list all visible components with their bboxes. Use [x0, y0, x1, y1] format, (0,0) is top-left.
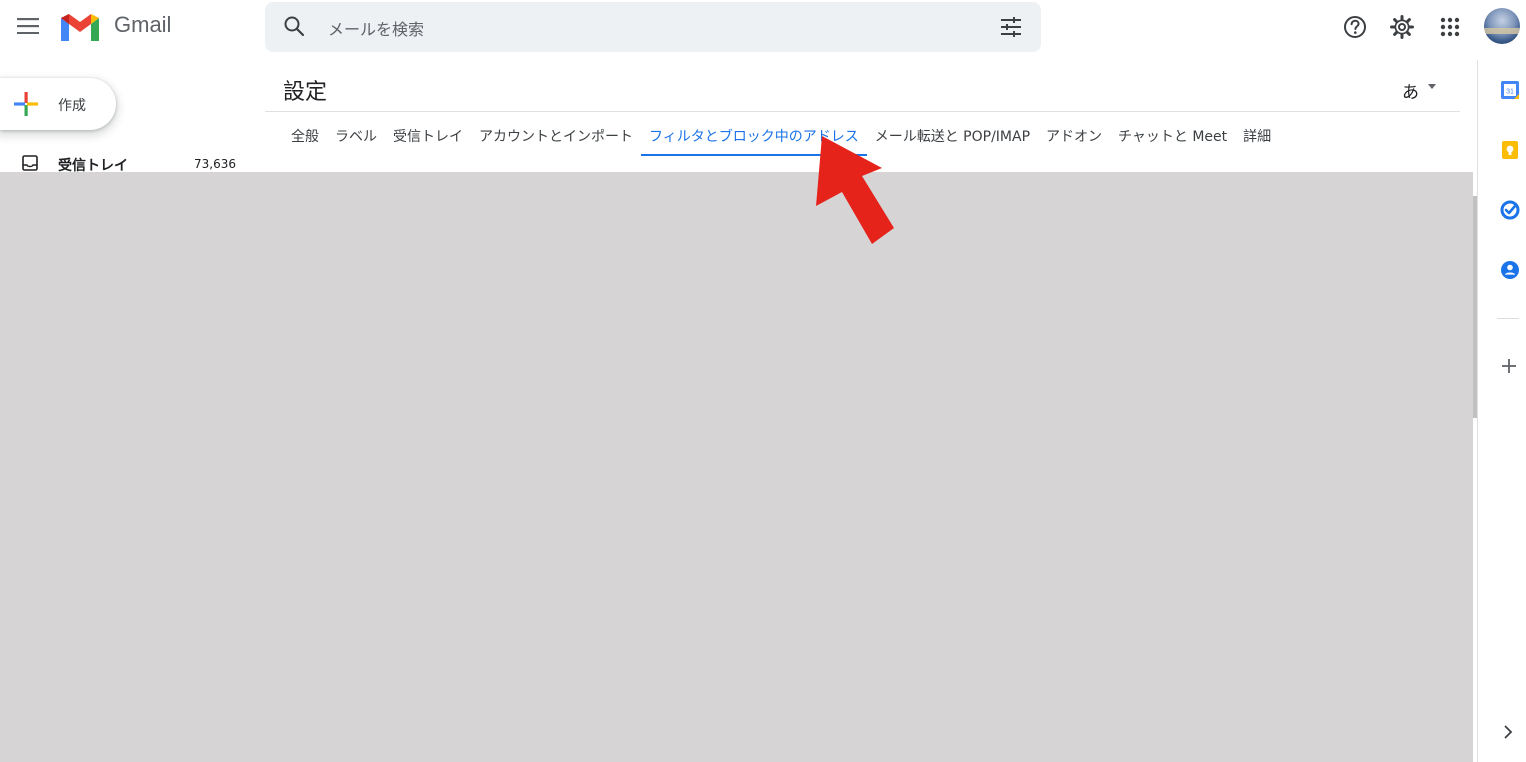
contacts-icon[interactable] [1500, 260, 1520, 280]
red-arrow-annotation [816, 136, 894, 244]
side-panel-divider [1477, 60, 1478, 762]
apps-grid-icon[interactable] [1437, 14, 1463, 40]
input-tools-button[interactable]: あ [1402, 78, 1419, 103]
search-icon[interactable] [282, 14, 306, 38]
help-icon[interactable] [1342, 14, 1368, 40]
gmail-logo-icon[interactable] [58, 10, 102, 44]
gear-icon[interactable] [1389, 14, 1415, 40]
divider [265, 111, 1460, 112]
tab-general[interactable]: 全般 [283, 114, 327, 156]
account-avatar[interactable] [1484, 8, 1520, 44]
page-title: 設定 [283, 80, 328, 105]
chevron-right-icon[interactable] [1500, 724, 1516, 740]
app-name: Gmail [114, 12, 172, 37]
keep-icon[interactable] [1500, 140, 1520, 160]
tab-inbox[interactable]: 受信トレイ [385, 114, 471, 156]
settings-tabs: 全般 ラベル 受信トレイ アカウントとインポート フィルタとブロック中のアドレス… [283, 114, 1279, 156]
tab-addons[interactable]: アドオン [1038, 114, 1110, 156]
inbox-unread-count: 73,636 [194, 157, 236, 171]
tab-chat-meet[interactable]: チャットと Meet [1110, 114, 1235, 156]
divider [1497, 318, 1519, 319]
main-menu-button[interactable] [12, 10, 44, 42]
compose-plus-icon [14, 92, 38, 116]
tab-labels[interactable]: ラベル [327, 114, 385, 156]
inbox-icon[interactable] [22, 155, 38, 171]
search-input[interactable]: メールを検索 [328, 16, 424, 40]
tab-advanced[interactable]: 詳細 [1235, 114, 1279, 156]
tab-accounts-import[interactable]: アカウントとインポート [471, 114, 641, 156]
calendar-icon[interactable]: 31 [1500, 80, 1520, 100]
tune-icon[interactable] [998, 14, 1024, 40]
svg-text:31: 31 [1506, 89, 1514, 96]
content-mask [0, 172, 1473, 762]
chevron-down-icon[interactable] [1428, 84, 1436, 89]
compose-label: 作成 [58, 98, 86, 114]
hamburger-menu-icon [17, 18, 39, 34]
tasks-icon[interactable] [1500, 200, 1520, 220]
plus-icon[interactable] [1499, 356, 1519, 376]
